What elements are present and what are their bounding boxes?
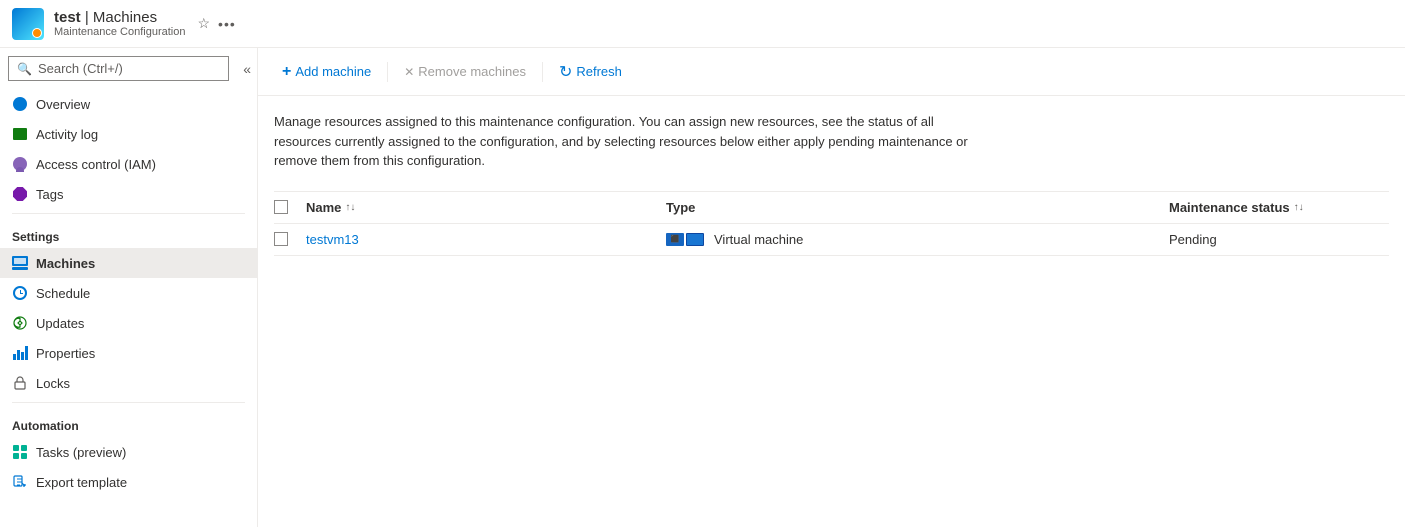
sidebar-item-machines[interactable]: Machines [0,248,257,278]
sidebar-item-label: Tasks (preview) [36,445,126,460]
tags-icon [12,186,28,202]
sidebar-item-label: Access control (IAM) [36,157,156,172]
main-layout: 🔍 « Overview Activity log Access c [0,48,1405,527]
header: test | Machines Maintenance Configuratio… [0,0,1405,48]
content-body: Manage resources assigned to this mainte… [258,96,1405,527]
header-title-area: test | Machines Maintenance Configuratio… [54,9,185,38]
sidebar-item-label: Overview [36,97,90,112]
sidebar-item-overview[interactable]: Overview [0,89,257,119]
sidebar-item-updates[interactable]: Updates [0,308,257,338]
machines-table: Name ↑↓ Type Maintenance status ↑↓ [274,191,1389,256]
collapse-button[interactable]: « [237,59,257,79]
automation-section-label: Automation [0,407,257,437]
sidebar-item-tags[interactable]: Tags [0,179,257,209]
activity-log-icon [12,126,28,142]
locks-icon [12,375,28,391]
sidebar-item-label: Export template [36,475,127,490]
name-column-header[interactable]: Name ↑↓ [306,200,666,215]
header-subtitle: Maintenance Configuration [54,26,185,38]
refresh-button[interactable]: ↻ Refresh [551,58,630,86]
status-sort-icon: ↑↓ [1294,202,1304,213]
row-checkbox[interactable] [274,232,288,246]
favorite-icon[interactable]: ☆ [197,15,210,32]
settings-section-label: Settings [0,218,257,248]
sidebar-item-tasks[interactable]: Tasks (preview) [0,437,257,467]
search-box[interactable]: 🔍 [8,56,229,81]
info-text: Manage resources assigned to this mainte… [274,112,994,171]
search-icon: 🔍 [17,62,32,76]
vm-type-icon: ⬛ [666,233,684,246]
updates-icon [12,315,28,331]
toolbar-divider [387,62,388,82]
nav-divider [12,213,245,214]
status-column-header[interactable]: Maintenance status ↑↓ [1169,200,1389,215]
sidebar-item-label: Activity log [36,127,98,142]
sidebar: 🔍 « Overview Activity log Access c [0,48,258,527]
remove-machines-button[interactable]: ✕ Remove machines [396,60,534,83]
automation-divider [12,402,245,403]
sidebar-item-label: Schedule [36,286,90,301]
search-input[interactable] [38,61,220,76]
toolbar-divider-2 [542,62,543,82]
export-template-icon [12,474,28,490]
overview-icon [12,96,28,112]
machines-icon [12,255,28,271]
table-header: Name ↑↓ Type Maintenance status ↑↓ [274,192,1389,224]
sidebar-item-activity-log[interactable]: Activity log [0,119,257,149]
app-icon [12,8,44,40]
sidebar-item-label: Machines [36,256,95,271]
more-icon[interactable]: ••• [218,16,236,32]
sidebar-item-export-template[interactable]: Export template [0,467,257,497]
plus-icon: + [282,64,291,80]
row-checkbox-cell [274,232,306,246]
name-sort-icon: ↑↓ [345,202,355,213]
sidebar-item-schedule[interactable]: Schedule [0,278,257,308]
sidebar-item-label: Tags [36,187,63,202]
schedule-icon [12,285,28,301]
vm-type-icon2 [686,233,704,246]
table-row: testvm13 ⬛ Virtual machine Pending [274,224,1389,256]
refresh-icon: ↻ [559,62,572,82]
sidebar-item-properties[interactable]: Properties [0,338,257,368]
sidebar-item-label: Updates [36,316,84,331]
tasks-icon [12,444,28,460]
row-name-cell: testvm13 [306,232,666,247]
content-area: + Add machine ✕ Remove machines ↻ Refres… [258,48,1405,527]
header-actions: ☆ ••• [197,15,235,32]
properties-icon [12,345,28,361]
row-status-cell: Pending [1169,232,1389,247]
iam-icon [12,156,28,172]
sidebar-item-locks[interactable]: Locks [0,368,257,398]
sidebar-item-label: Locks [36,376,70,391]
sidebar-item-label: Properties [36,346,95,361]
toolbar: + Add machine ✕ Remove machines ↻ Refres… [258,48,1405,96]
x-icon: ✕ [404,65,414,79]
sidebar-item-access-control[interactable]: Access control (IAM) [0,149,257,179]
type-column-header[interactable]: Type [666,200,1169,215]
header-checkbox-cell [274,200,306,214]
header-title: test | Machines [54,9,185,26]
select-all-checkbox[interactable] [274,200,288,214]
add-machine-button[interactable]: + Add machine [274,60,379,84]
row-type-cell: ⬛ Virtual machine [666,232,1169,247]
vm-name-link[interactable]: testvm13 [306,232,359,247]
